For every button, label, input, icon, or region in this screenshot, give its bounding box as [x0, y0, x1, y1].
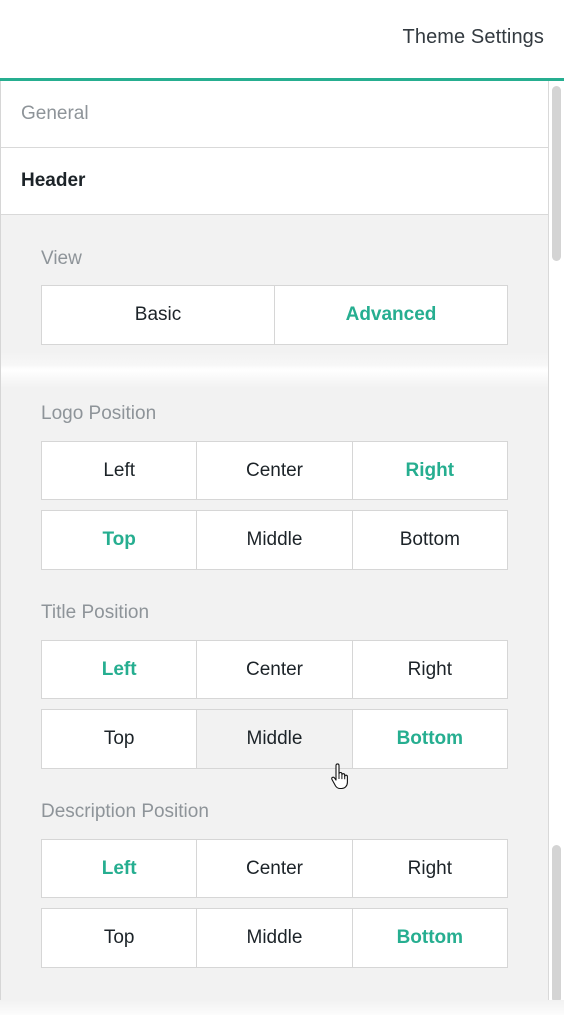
title-left-button[interactable]: Left [42, 641, 198, 698]
view-toggle: Basic Advanced [41, 285, 508, 345]
logo-top-button[interactable]: Top [42, 511, 198, 569]
nav-item-label: Header [21, 170, 86, 191]
title-vertical-group: Top Middle Bottom [41, 709, 508, 769]
logo-center-button[interactable]: Center [197, 442, 353, 499]
description-position-label: Description Position [41, 801, 209, 822]
scrollbar-thumb-lower[interactable] [552, 845, 561, 1003]
bottom-fade [0, 1000, 564, 1015]
scroll-fade-divider [1, 352, 548, 388]
title-horizontal-group: Left Center Right [41, 640, 508, 699]
logo-middle-button[interactable]: Middle [197, 511, 353, 569]
nav-item-label: General [21, 103, 89, 124]
view-advanced-button[interactable]: Advanced [275, 286, 507, 344]
description-middle-button[interactable]: Middle [197, 909, 353, 967]
view-label: View [41, 248, 82, 269]
title-middle-button[interactable]: Middle [197, 710, 353, 768]
page-title: Theme Settings [402, 26, 544, 48]
logo-left-button[interactable]: Left [42, 442, 198, 499]
title-right-button[interactable]: Right [352, 641, 507, 698]
settings-panel: General Header View Basic Advanced Logo … [1, 81, 549, 1015]
logo-right-button[interactable]: Right [352, 442, 507, 499]
title-position-label: Title Position [41, 602, 150, 623]
view-basic-button[interactable]: Basic [42, 286, 275, 344]
description-top-button[interactable]: Top [42, 909, 198, 967]
title-top-button[interactable]: Top [42, 710, 198, 768]
description-center-button[interactable]: Center [197, 840, 353, 897]
hand-pointer-icon [331, 763, 348, 790]
logo-horizontal-group: Left Center Right [41, 441, 508, 500]
description-left-button[interactable]: Left [42, 840, 198, 897]
nav-item-general[interactable]: General [1, 81, 548, 148]
logo-bottom-button[interactable]: Bottom [352, 511, 507, 569]
nav-item-header[interactable]: Header [1, 148, 548, 215]
logo-position-label: Logo Position [41, 403, 157, 424]
description-right-button[interactable]: Right [352, 840, 507, 897]
description-vertical-group: Top Middle Bottom [41, 908, 508, 968]
logo-vertical-group: Top Middle Bottom [41, 510, 508, 570]
top-bar: Theme Settings [0, 0, 564, 81]
description-horizontal-group: Left Center Right [41, 839, 508, 898]
scrollbar-thumb-upper[interactable] [552, 86, 561, 261]
title-bottom-button[interactable]: Bottom [352, 710, 507, 768]
title-center-button[interactable]: Center [197, 641, 353, 698]
description-bottom-button[interactable]: Bottom [352, 909, 507, 967]
